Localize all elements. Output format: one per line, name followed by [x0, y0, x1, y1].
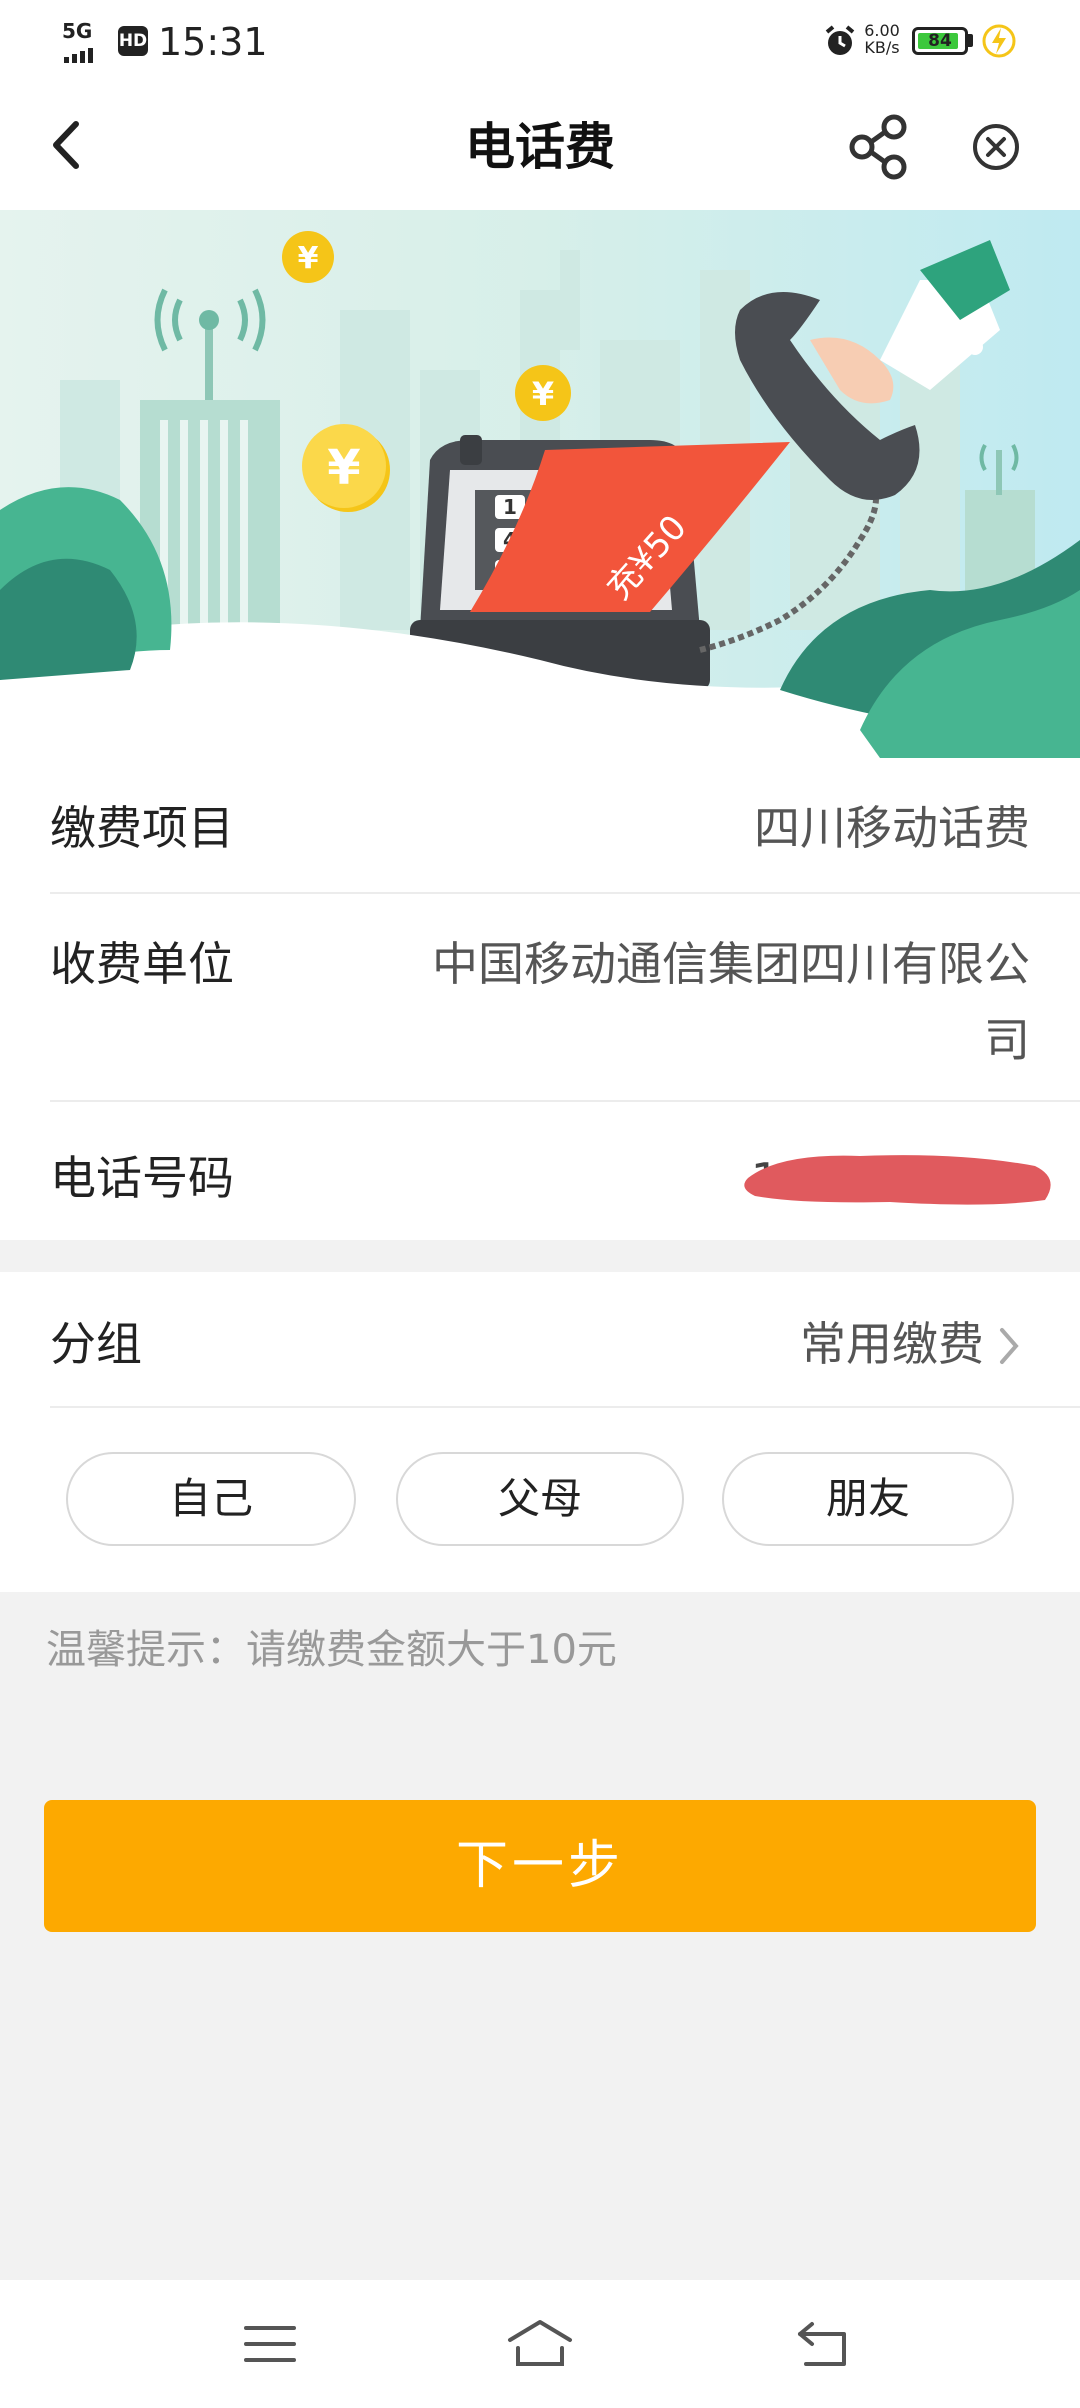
payee-label: 收费单位	[50, 937, 234, 991]
divider	[50, 1406, 1080, 1408]
phone-label: 电话号码	[50, 1151, 234, 1205]
chip-parents[interactable]: 父母	[396, 1452, 684, 1546]
coin-icon: ¥	[282, 231, 334, 283]
share-icon[interactable]	[846, 112, 914, 182]
divider	[50, 1100, 1080, 1102]
svg-text:¥: ¥	[298, 241, 319, 276]
alarm-icon	[825, 25, 855, 55]
redaction-mark	[744, 1155, 1051, 1205]
battery-level: 84	[928, 31, 952, 51]
payee-value-line1: 中国移动通信集团四川有限公	[432, 937, 1030, 991]
chip-friends[interactable]: 朋友	[722, 1452, 1014, 1546]
group-value[interactable]: 常用缴费	[800, 1312, 984, 1376]
network-type: 5G	[62, 19, 93, 43]
page-title: 电话费	[465, 118, 615, 176]
back-button[interactable]	[40, 110, 90, 180]
chip-self[interactable]: 自己	[66, 1452, 356, 1546]
payee-value-line2: 司	[984, 1013, 1030, 1067]
menu-icon[interactable]	[242, 2320, 298, 2368]
item-value: 四川移动话费	[754, 801, 1030, 855]
hint-text: 温馨提示：请缴费金额大于10元	[46, 1627, 617, 1673]
battery-tip	[968, 34, 973, 47]
hd-badge: HD	[118, 26, 148, 56]
svg-text:1: 1	[503, 495, 517, 519]
signal-icon	[64, 44, 96, 63]
chevron-right-icon[interactable]	[994, 1324, 1024, 1368]
battery-icon: 84	[912, 27, 968, 55]
net-speed: 6.00 KB/s	[862, 22, 902, 56]
svg-text:¥: ¥	[327, 440, 360, 496]
banner-illustration: ¥ ¥ ¥ 123	[0, 210, 1080, 758]
back-nav-icon[interactable]	[794, 2318, 854, 2370]
item-label: 缴费项目	[50, 801, 234, 855]
close-circle-icon[interactable]	[962, 112, 1030, 182]
home-icon[interactable]	[504, 2316, 576, 2372]
charging-icon	[982, 24, 1016, 58]
next-button[interactable]: 下一步	[44, 1800, 1036, 1932]
net-speed-unit: KB/s	[864, 38, 900, 57]
group-label: 分组	[50, 1317, 142, 1371]
net-speed-value: 6.00	[864, 21, 900, 40]
banner-image: ¥ ¥ ¥ 123	[0, 210, 1080, 758]
coin-icon: ¥	[515, 365, 571, 421]
divider	[50, 892, 1080, 894]
payment-info-section: 缴费项目 四川移动话费 收费单位 中国移动通信集团四川有限公 司 电话号码 1	[0, 758, 1080, 1240]
status-time: 15:31	[158, 20, 268, 64]
svg-text:¥: ¥	[532, 375, 554, 413]
